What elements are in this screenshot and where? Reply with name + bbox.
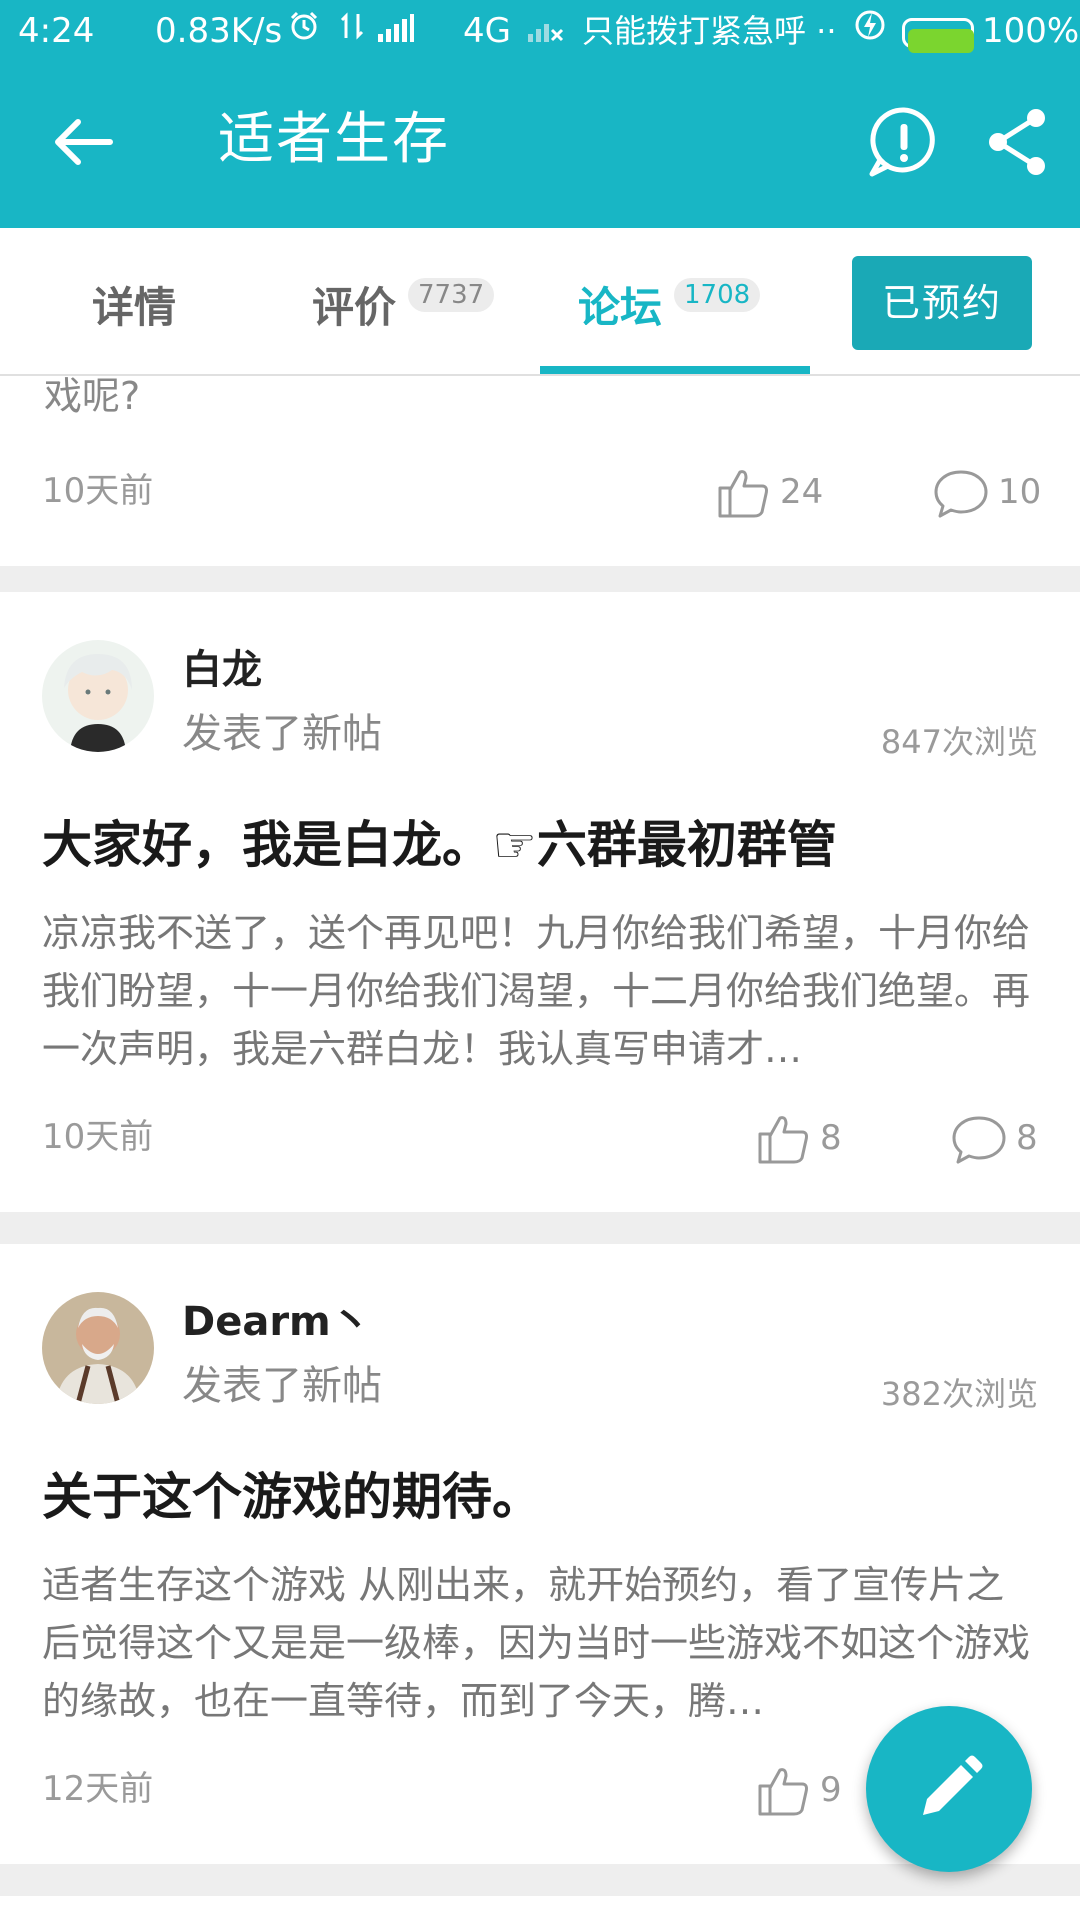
tab-label: 评价	[312, 283, 397, 332]
carrier-text: 只能拨打紧急呼 ··	[582, 12, 837, 50]
charging-icon	[855, 8, 885, 54]
comment-icon	[934, 470, 988, 518]
tab-reviews[interactable]: 评价 7737	[312, 272, 495, 344]
share-icon[interactable]	[978, 102, 1058, 182]
app-bar: 适者生存	[0, 62, 1080, 228]
post-title[interactable]: 大家好，我是白龙。☞六群最初群管	[42, 810, 837, 880]
avatar[interactable]	[42, 640, 154, 752]
report-icon[interactable]	[864, 102, 944, 182]
post-time: 10天前	[42, 1117, 154, 1157]
no-signal-icon	[528, 8, 564, 54]
like-count: 8	[820, 1118, 842, 1158]
network-type: 4G	[463, 11, 511, 51]
post-card[interactable]: 戏呢? 10天前 24 10	[0, 376, 1080, 566]
post-time: 12天前	[42, 1769, 154, 1809]
forum-feed[interactable]: 戏呢? 10天前 24 10 白龙 发表了新帖 847次浏览 大家好，我是白龙。…	[0, 376, 1080, 1920]
reserved-button[interactable]: 已预约	[852, 256, 1032, 350]
back-arrow-icon[interactable]	[48, 106, 120, 178]
page-title: 适者生存	[218, 107, 450, 172]
comment-count: 10	[998, 472, 1042, 512]
comment-icon	[952, 1116, 1006, 1164]
like-count: 24	[780, 472, 824, 512]
comment-count: 8	[1016, 1118, 1038, 1158]
post-action: 发表了新帖	[182, 1363, 382, 1409]
post-body[interactable]: 凉凉我不送了，送个再见吧！九月你给我们希望，十月你给我们盼望，十一月你给我们渴望…	[42, 904, 1042, 1078]
view-count: 847次浏览	[880, 723, 1038, 761]
status-time: 4:24	[18, 11, 95, 51]
thumbs-up-icon	[718, 470, 768, 518]
like-count: 9	[820, 1770, 842, 1810]
battery-icon	[902, 18, 974, 53]
post-card[interactable]: 白龙 发表了新帖 847次浏览 大家好，我是白龙。☞六群最初群管 凉凉我不送了，…	[0, 592, 1080, 1212]
status-speed: 0.83K/s	[155, 11, 283, 51]
thumbs-up-icon	[758, 1768, 808, 1816]
view-count: 382次浏览	[880, 1375, 1038, 1413]
username[interactable]: 白龙	[182, 642, 262, 698]
alarm-icon	[288, 8, 320, 54]
tab-label: 详情	[92, 283, 177, 332]
post-body: 戏呢?	[44, 376, 141, 418]
username[interactable]: Dearm丶	[182, 1294, 371, 1350]
avatar[interactable]	[42, 1292, 154, 1404]
tab-forum[interactable]: 论坛 1708	[578, 272, 761, 344]
thumbs-up-icon	[758, 1116, 808, 1164]
post-time: 10天前	[42, 471, 154, 511]
new-post-button[interactable]	[866, 1706, 1032, 1872]
forum-count-badge: 1708	[674, 278, 761, 312]
edit-pencil-icon	[923, 1755, 983, 1815]
post-body[interactable]: 适者生存这个游戏 从刚出来，就开始预约，看了宣传片之后觉得这个又是是一级棒，因为…	[42, 1556, 1042, 1730]
review-count-badge: 7737	[408, 278, 495, 312]
tab-details[interactable]: 详情	[92, 272, 176, 344]
tab-bar: 详情 评价 7737 论坛 1708 已预约	[0, 228, 1080, 376]
data-transfer-icon	[340, 8, 364, 54]
post-title[interactable]: 关于这个游戏的期待。	[42, 1462, 542, 1532]
post-card[interactable]	[0, 1896, 1080, 1920]
active-tab-indicator	[540, 366, 810, 374]
battery-percent: 100%	[982, 11, 1080, 51]
status-bar: 4:24 0.83K/s 4G 只能拨打紧急呼 ·· 100%	[0, 0, 1080, 62]
tab-label: 论坛	[578, 283, 663, 332]
post-action: 发表了新帖	[182, 711, 382, 757]
signal-icon	[378, 8, 414, 54]
